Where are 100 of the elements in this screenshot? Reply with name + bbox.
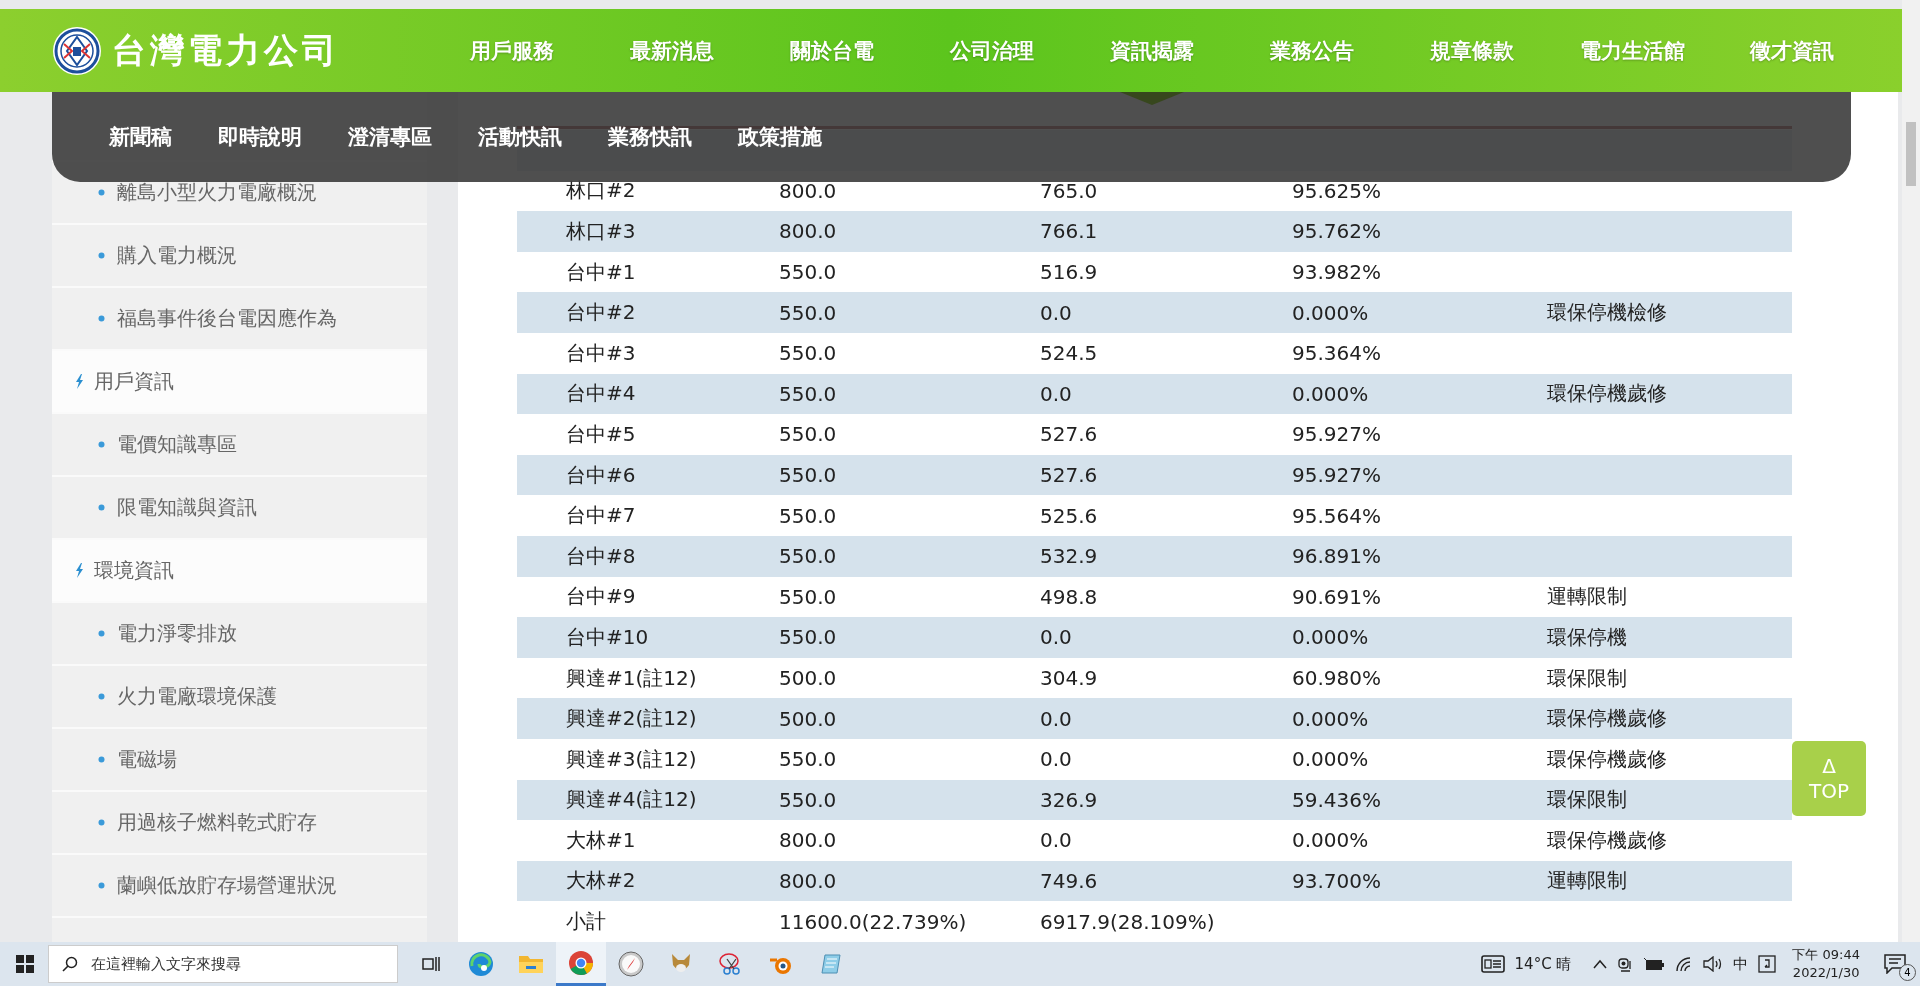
table-cell: 運轉限制 bbox=[1547, 868, 1627, 893]
bullet-icon bbox=[98, 882, 105, 889]
menu-item[interactable]: 即時說明 bbox=[218, 123, 302, 151]
chevron-up-icon[interactable] bbox=[1593, 959, 1608, 969]
table-cell: 台中#5 bbox=[566, 421, 636, 446]
table-cell: 0.0 bbox=[1040, 747, 1072, 772]
table-cell: 興達#1(註12) bbox=[566, 665, 697, 690]
menu-item[interactable]: 業務快訊 bbox=[608, 123, 692, 151]
table-cell: 環保停機歲修 bbox=[1547, 381, 1667, 406]
table-cell: 台中#8 bbox=[566, 543, 636, 568]
sidebar-item[interactable]: 購入電力概況 bbox=[52, 225, 427, 288]
search-icon bbox=[62, 956, 78, 972]
table-cell: 0.000% bbox=[1292, 300, 1369, 325]
logo-icon bbox=[52, 25, 102, 76]
table-cell: 0.0 bbox=[1040, 828, 1072, 853]
chrome-icon bbox=[568, 949, 594, 976]
scrollbar[interactable] bbox=[1902, 0, 1920, 942]
sidebar-link: 電價知識專區 bbox=[117, 431, 237, 458]
table-cell: 環保限制 bbox=[1547, 665, 1627, 690]
bullet-icon bbox=[98, 819, 105, 826]
table-cell: 550.0 bbox=[779, 787, 837, 812]
table-cell: 興達#4(註12) bbox=[566, 787, 697, 812]
sidebar-section[interactable]: 環境資訊 bbox=[52, 540, 427, 603]
sidebar-item[interactable]: 電力淨零排放 bbox=[52, 603, 427, 666]
table-cell: 304.9 bbox=[1040, 666, 1098, 690]
taskbar-app-button[interactable] bbox=[556, 942, 606, 986]
weather-icon[interactable] bbox=[1480, 955, 1505, 973]
table-cell: 0.000% bbox=[1292, 381, 1369, 406]
sidebar-item[interactable]: 電價知識專區 bbox=[52, 414, 427, 477]
dropdown-pointer bbox=[1120, 92, 1184, 105]
input-method-indicator[interactable]: 中 bbox=[1733, 954, 1749, 974]
sidebar-link: 購入電力概況 bbox=[117, 242, 237, 269]
table-cell: 台中#7 bbox=[566, 503, 636, 528]
table-cell: 台中#6 bbox=[566, 462, 636, 487]
bullet-icon bbox=[98, 756, 105, 763]
table-cell: 525.6 bbox=[1040, 503, 1098, 528]
table-cell: 527.6 bbox=[1040, 422, 1098, 447]
table-cell: 0.000% bbox=[1292, 706, 1369, 731]
table-cell: 大林#2 bbox=[566, 868, 636, 893]
bolt-icon bbox=[75, 374, 84, 389]
table-cell: 93.982% bbox=[1292, 260, 1381, 285]
table-cell: 0.0 bbox=[1040, 381, 1072, 406]
table-cell: 96.891% bbox=[1292, 544, 1381, 569]
table-cell: 550.0 bbox=[779, 300, 837, 325]
table-cell: 93.700% bbox=[1292, 869, 1381, 893]
clock[interactable]: 下午 09:44 2022/1/30 bbox=[1792, 946, 1860, 982]
menu-item[interactable]: 政策措施 bbox=[738, 123, 822, 151]
table-cell: 小計 bbox=[566, 909, 606, 934]
bullet-icon bbox=[98, 252, 105, 259]
time-text: 下午 09:44 bbox=[1792, 946, 1860, 964]
table-cell: 550.0 bbox=[779, 503, 837, 528]
table-cell: 0.000% bbox=[1292, 625, 1369, 650]
scrollbar-thumb[interactable] bbox=[1906, 122, 1916, 186]
browser-icon bbox=[468, 951, 494, 977]
table-cell: 環保停機歲修 bbox=[1547, 746, 1667, 771]
menu-item[interactable]: 澄清專區 bbox=[348, 123, 432, 151]
sidebar-link: 火力電廠環境保護 bbox=[117, 683, 277, 710]
table-cell: 765.0 bbox=[1040, 178, 1098, 203]
sidebar-item[interactable]: 用過核子燃料乾式貯存 bbox=[52, 792, 427, 855]
table-cell: 環保停機檢修 bbox=[1547, 300, 1667, 325]
table-cell: 550.0 bbox=[779, 422, 837, 447]
table-cell: 766.1 bbox=[1040, 219, 1098, 244]
table-cell: 林口#3 bbox=[566, 219, 636, 243]
section-label: 環境資訊 bbox=[94, 557, 174, 584]
table-cell: 550.0 bbox=[779, 463, 837, 488]
notification-count: 4 bbox=[1899, 964, 1916, 981]
table-cell: 500.0 bbox=[779, 666, 837, 690]
sidebar-item[interactable]: 電磁場 bbox=[52, 729, 427, 792]
menu-item[interactable]: 新聞稿 bbox=[109, 123, 172, 151]
bullet-icon bbox=[98, 441, 105, 448]
table-cell: 台中#1 bbox=[566, 259, 636, 284]
windows-start-icon[interactable] bbox=[16, 955, 34, 973]
table-cell: 環保停機歲修 bbox=[1547, 706, 1667, 731]
table-cell: 台中#3 bbox=[566, 340, 636, 365]
bullet-icon bbox=[98, 315, 105, 322]
table-cell: 550.0 bbox=[779, 747, 837, 772]
search-field[interactable]: 在這裡輸入文字來搜尋 bbox=[48, 945, 398, 983]
sidebar-section[interactable]: 用戶資訊 bbox=[52, 351, 427, 414]
weather-text[interactable]: 14°C 晴 bbox=[1514, 954, 1572, 974]
sidebar-item[interactable]: 蘭嶼低放貯存場營運狀況 bbox=[52, 855, 427, 918]
table-cell: 532.9 bbox=[1040, 544, 1098, 569]
table-cell: 0.0 bbox=[1040, 706, 1072, 731]
speaker-icon[interactable] bbox=[1703, 956, 1724, 972]
table-cell: 95.927% bbox=[1292, 422, 1381, 447]
battery-icon[interactable] bbox=[1643, 957, 1666, 971]
keyboard-mode-icon[interactable] bbox=[1758, 955, 1777, 973]
sidebar-link: 限電知識與資訊 bbox=[117, 494, 257, 521]
camera-icon[interactable] bbox=[1617, 956, 1634, 972]
table-cell: 800.0 bbox=[779, 219, 837, 244]
table-cell: 60.980% bbox=[1292, 666, 1381, 690]
bolt-icon bbox=[75, 563, 84, 578]
table-cell: 大林#1 bbox=[566, 827, 636, 852]
notepad-icon bbox=[819, 952, 843, 976]
table-cell: 90.691% bbox=[1292, 584, 1381, 609]
section-label: 用戶資訊 bbox=[94, 368, 174, 395]
table-cell: 800.0 bbox=[779, 178, 837, 203]
menu-item[interactable]: 活動快訊 bbox=[478, 123, 562, 151]
sidebar-item[interactable]: 火力電廠環境保護 bbox=[52, 666, 427, 729]
table-cell: 59.436% bbox=[1292, 787, 1381, 812]
table-cell: 環保限制 bbox=[1547, 787, 1627, 812]
